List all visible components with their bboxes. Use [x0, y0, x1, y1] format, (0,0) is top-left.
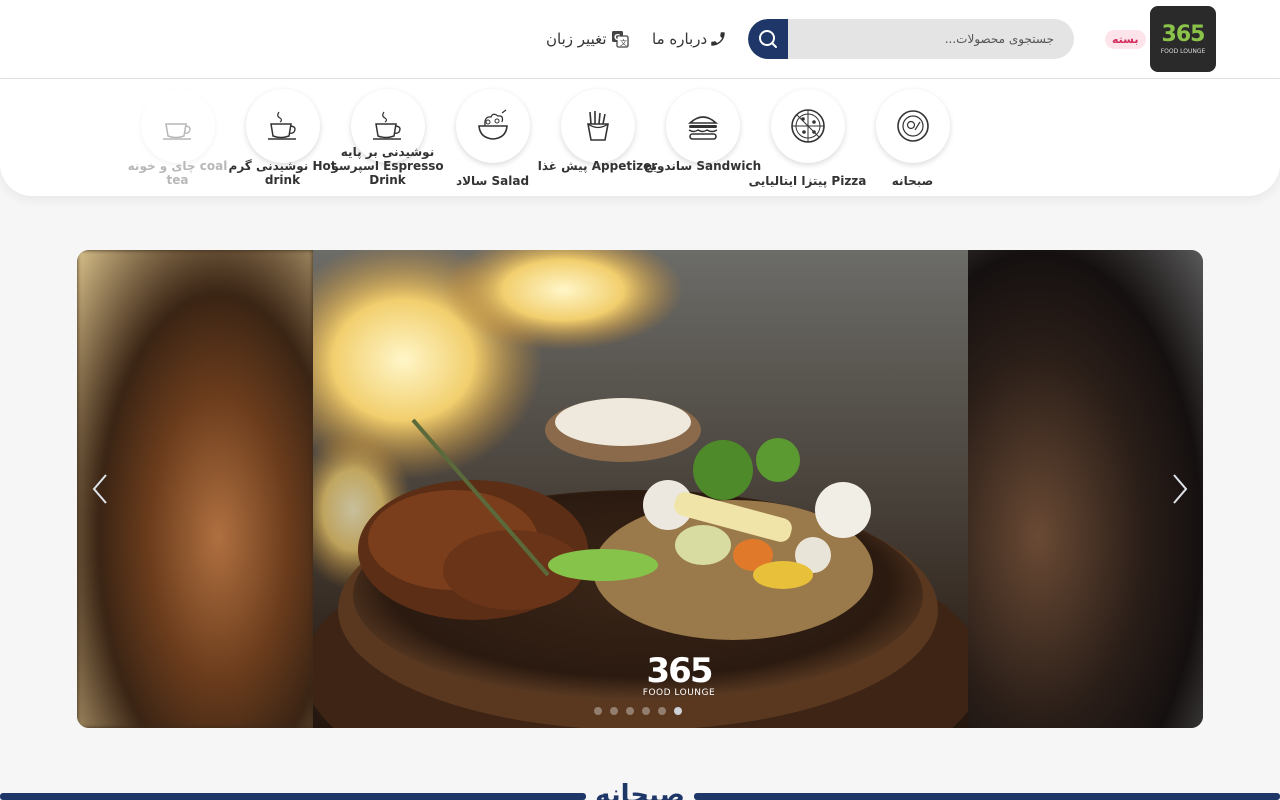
- about-label: درباره ما: [652, 30, 708, 48]
- category-hot-drink[interactable]: نوشیدنی گرم Hot drink: [229, 89, 336, 187]
- slider-dot[interactable]: [610, 707, 618, 715]
- phone-icon: [711, 32, 725, 46]
- search-icon: [759, 30, 777, 48]
- burger-icon: [665, 89, 740, 163]
- logo-mark: 365: [1161, 21, 1206, 47]
- category-espresso[interactable]: نوشیدنی بر پایه اسپرسو Espresso Drink: [331, 89, 444, 187]
- language-label: تغییر زبان: [546, 30, 607, 48]
- logo-subtitle: FOOD LOUNGE: [1160, 47, 1206, 55]
- about-link[interactable]: درباره ما: [652, 30, 727, 48]
- hero-slider: 365 FOOD LOUNGE: [77, 250, 1203, 728]
- search-input[interactable]: [790, 19, 1068, 59]
- slider-dot[interactable]: [594, 707, 602, 715]
- category-appetizer[interactable]: پیش غذا Appetizer: [538, 89, 657, 173]
- category-sandwich[interactable]: ساندویچ Sandwich: [644, 89, 761, 173]
- category-coal-tea[interactable]: چای و خونه coal tea: [125, 89, 230, 187]
- search-bar: [748, 19, 1074, 59]
- translate-icon: G 文: [611, 31, 629, 48]
- top-header: 365 FOOD LOUNGE بسته درباره ما تغییر زبا…: [0, 0, 1280, 79]
- category-breakfast[interactable]: صبحانه: [860, 89, 965, 188]
- category-label: چای و خونه coal tea: [127, 159, 228, 187]
- slider-dot-active[interactable]: [674, 707, 682, 715]
- salad-icon: [455, 89, 530, 163]
- chevron-right-icon: [1173, 474, 1188, 504]
- language-switch[interactable]: تغییر زبان G 文: [546, 30, 629, 48]
- breakfast-plate-icon: [875, 89, 950, 163]
- category-pizza[interactable]: پیتزا ایتالیایی Pizza: [749, 89, 866, 188]
- section-divider-left: [0, 793, 586, 800]
- tea-cup-icon: [140, 89, 215, 163]
- watermark-number: 365: [646, 651, 714, 691]
- brand-watermark: 365 FOOD LOUNGE: [633, 654, 725, 698]
- fries-icon: [560, 89, 635, 163]
- section-divider-right: [694, 793, 1280, 800]
- previous-slide-button[interactable]: [87, 472, 113, 506]
- search-button[interactable]: [748, 19, 788, 59]
- watermark-subtitle: FOOD LOUNGE: [642, 688, 716, 698]
- chevron-left-icon: [92, 474, 107, 504]
- next-slide-button[interactable]: [1167, 472, 1193, 506]
- slider-dot[interactable]: [658, 707, 666, 715]
- svg-text:文: 文: [620, 38, 627, 47]
- category-label: پیش غذا Appetizer: [537, 159, 658, 173]
- pizza-icon: [770, 89, 845, 163]
- slider-dot[interactable]: [626, 707, 634, 715]
- slider-pagination: [594, 707, 682, 715]
- category-salad[interactable]: سالاد Salad: [440, 89, 545, 188]
- slider-dot[interactable]: [642, 707, 650, 715]
- category-bar: صبحانه پیتزا ایتالیایی Pizza ساندویچ San…: [0, 79, 1280, 196]
- category-label: پیتزا ایتالیایی Pizza: [748, 174, 867, 188]
- hot-drink-icon: [245, 89, 320, 163]
- site-logo[interactable]: 365 FOOD LOUNGE: [1150, 6, 1216, 72]
- section-title: صبحانه: [595, 780, 685, 800]
- status-badge: بسته: [1105, 30, 1146, 49]
